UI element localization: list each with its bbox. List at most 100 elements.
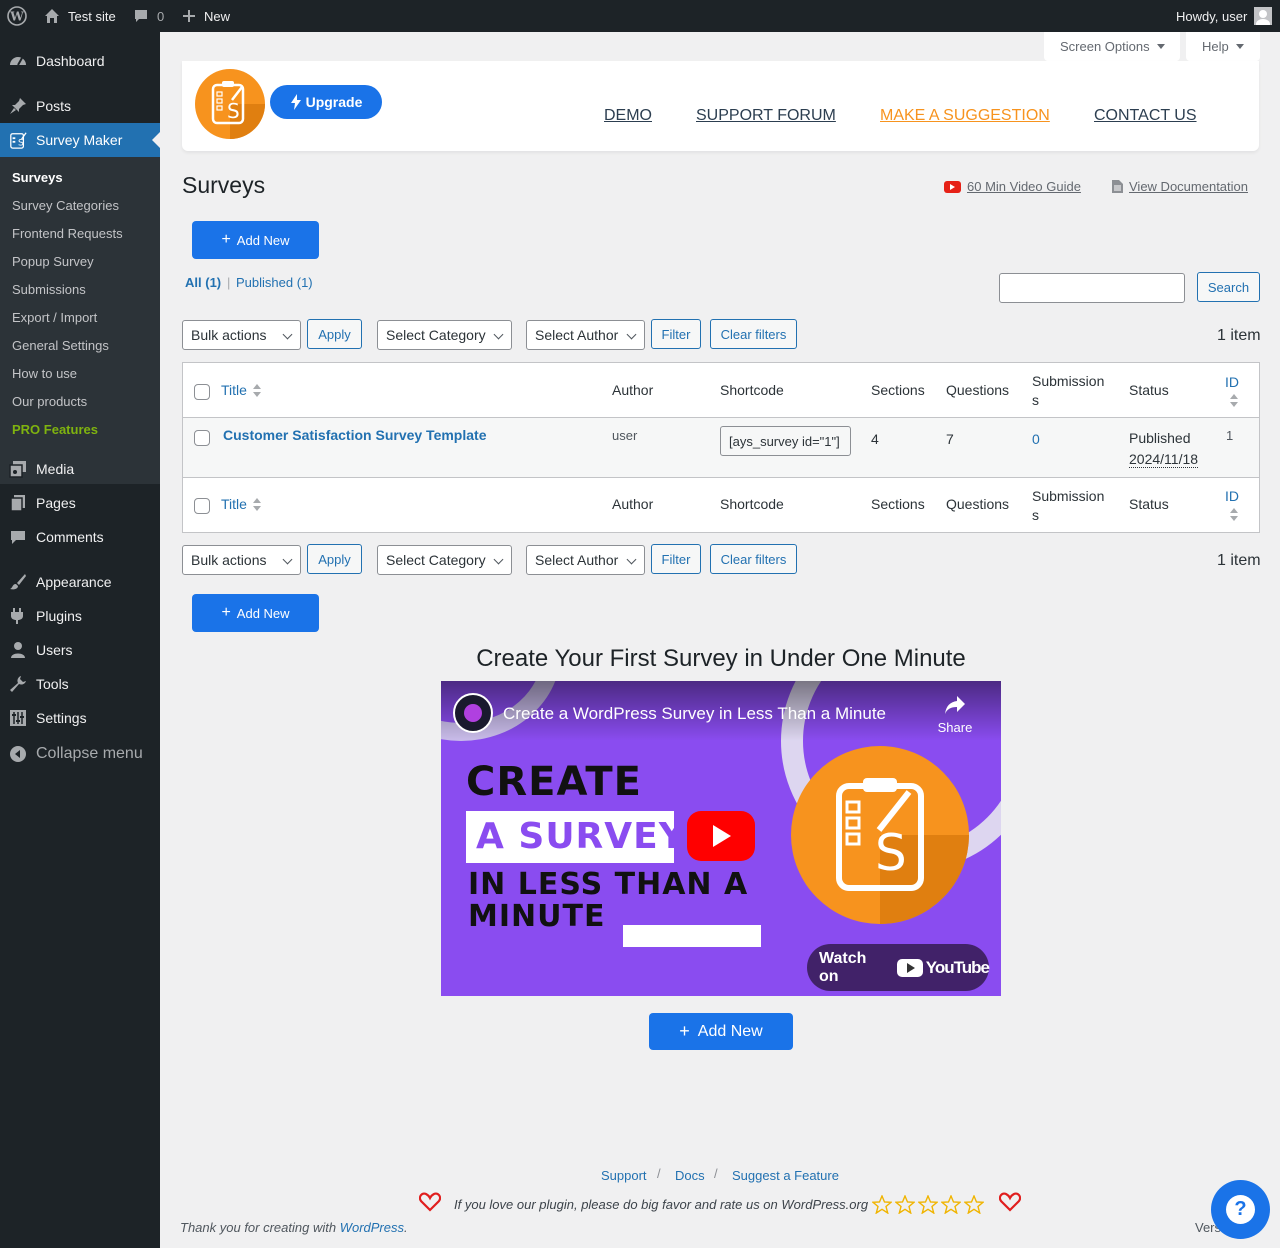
- support-forum-link[interactable]: SUPPORT FORUM: [696, 107, 836, 125]
- menu-item-media[interactable]: Media: [0, 452, 160, 486]
- docs-link[interactable]: Docs: [675, 1168, 705, 1183]
- search-button[interactable]: Search: [1197, 272, 1260, 302]
- survey-maker-logo[interactable]: S: [194, 68, 266, 143]
- upgrade-button[interactable]: Upgrade: [270, 85, 382, 119]
- star-icon[interactable]: [941, 1195, 961, 1214]
- footer-separator: /: [657, 1166, 661, 1181]
- make-suggestion-link[interactable]: MAKE A SUGGESTION: [880, 107, 1050, 125]
- screen-options-button[interactable]: Screen Options: [1044, 32, 1180, 61]
- column-title-bottom[interactable]: Title: [221, 496, 247, 512]
- demo-link[interactable]: DEMO: [604, 107, 652, 125]
- filter-separator: |: [227, 275, 231, 290]
- item-count-bottom: 1 item: [1217, 552, 1261, 569]
- menu-item-survey-maker[interactable]: S Survey Maker: [0, 123, 160, 157]
- youtube-video-embed[interactable]: Create a WordPress Survey in Less Than a…: [441, 681, 1001, 996]
- bulk-actions-select-top[interactable]: Bulk actions: [182, 320, 301, 350]
- star-icon[interactable]: [918, 1195, 938, 1214]
- new-content-link[interactable]: New: [204, 0, 230, 32]
- star-icon[interactable]: [872, 1195, 892, 1214]
- column-id[interactable]: ID: [1225, 374, 1239, 390]
- menu-item-appearance[interactable]: Appearance: [0, 565, 160, 599]
- add-new-button-bottom[interactable]: + Add New: [192, 594, 319, 632]
- add-new-button-top[interactable]: + Add New: [192, 221, 319, 259]
- apply-button-bottom[interactable]: Apply: [307, 544, 362, 574]
- menu-item-plugins[interactable]: Plugins: [0, 599, 160, 633]
- menu-item-settings[interactable]: Settings: [0, 701, 160, 735]
- row-submissions-link[interactable]: 0: [1032, 431, 1040, 447]
- row-status: Published 2024/11/18: [1129, 430, 1199, 468]
- menu-item-tools[interactable]: Tools: [0, 667, 160, 701]
- collapse-menu-button[interactable]: Collapse menu: [0, 737, 160, 771]
- avatar[interactable]: [1254, 0, 1272, 32]
- help-chat-button[interactable]: ?: [1211, 1180, 1270, 1239]
- chevron-down-icon: [493, 554, 504, 565]
- add-new-button-promo[interactable]: + Add New: [649, 1013, 793, 1050]
- menu-item-users[interactable]: Users: [0, 633, 160, 667]
- site-name-link[interactable]: Test site: [68, 0, 116, 32]
- filter-all-link[interactable]: All (1): [185, 275, 221, 290]
- menu-item-pages[interactable]: Pages: [0, 486, 160, 520]
- plus-icon: +: [221, 231, 231, 248]
- comment-icon[interactable]: [133, 0, 149, 32]
- star-icon[interactable]: [895, 1195, 915, 1214]
- share-button[interactable]: Share: [933, 695, 977, 735]
- menu-item-posts[interactable]: Posts: [0, 89, 160, 123]
- view-documentation-link[interactable]: View Documentation: [1129, 179, 1248, 194]
- star-icon[interactable]: [964, 1195, 984, 1214]
- thumbnail-line-3: IN LESS THAN A: [468, 867, 749, 902]
- plus-icon[interactable]: [182, 0, 196, 32]
- menu-item-comments[interactable]: Comments: [0, 520, 160, 554]
- sort-icon: [1230, 508, 1238, 522]
- column-id-bottom[interactable]: ID: [1225, 488, 1239, 504]
- row-checkbox[interactable]: [194, 430, 210, 446]
- search-input[interactable]: [999, 273, 1185, 303]
- submenu-survey-categories[interactable]: Survey Categories: [12, 198, 119, 213]
- clear-filters-button-bottom[interactable]: Clear filters: [710, 544, 797, 574]
- author-select-bottom[interactable]: Select Author: [526, 545, 645, 575]
- category-select-top[interactable]: Select Category: [377, 320, 512, 350]
- wordpress-logo-icon[interactable]: W: [7, 0, 27, 32]
- filter-button-bottom[interactable]: Filter: [651, 544, 701, 574]
- submenu-how-to-use[interactable]: How to use: [12, 366, 77, 381]
- submenu-pro-features[interactable]: PRO Features: [12, 422, 98, 437]
- submenu-export-import[interactable]: Export / Import: [12, 310, 97, 325]
- submenu-our-products[interactable]: Our products: [12, 394, 87, 409]
- author-select-top[interactable]: Select Author: [526, 320, 645, 350]
- clear-filters-button-top[interactable]: Clear filters: [710, 319, 797, 349]
- filter-published-link[interactable]: Published (1): [236, 275, 313, 290]
- category-select-bottom[interactable]: Select Category: [377, 545, 512, 575]
- filter-button-top[interactable]: Filter: [651, 319, 701, 349]
- comments-count[interactable]: 0: [157, 0, 164, 32]
- star-rating[interactable]: [872, 1195, 984, 1214]
- column-shortcode: Shortcode: [720, 382, 784, 398]
- video-title[interactable]: Create a WordPress Survey in Less Than a…: [503, 704, 886, 724]
- submenu-general-settings[interactable]: General Settings: [12, 338, 109, 353]
- help-button[interactable]: Help: [1186, 32, 1260, 61]
- select-all-checkbox[interactable]: [194, 384, 210, 400]
- column-questions: Questions: [946, 382, 1010, 398]
- channel-avatar[interactable]: [453, 693, 493, 733]
- wordpress-link[interactable]: WordPress: [340, 1220, 404, 1235]
- bulk-actions-select-bottom[interactable]: Bulk actions: [182, 545, 301, 575]
- play-button[interactable]: [687, 811, 755, 861]
- watch-on-youtube-button[interactable]: Watch on YouTube: [807, 944, 990, 991]
- contact-us-link[interactable]: CONTACT US: [1094, 107, 1197, 125]
- survey-title-link[interactable]: Customer Satisfaction Survey Template: [223, 427, 486, 443]
- submenu-surveys[interactable]: Surveys: [12, 170, 63, 185]
- menu-item-dashboard[interactable]: Dashboard: [0, 44, 160, 78]
- column-title[interactable]: Title: [221, 382, 247, 398]
- column-author-bottom: Author: [612, 496, 654, 512]
- home-icon[interactable]: [44, 0, 60, 32]
- howdy-user[interactable]: Howdy, user: [1176, 0, 1247, 32]
- support-link[interactable]: Support: [601, 1168, 647, 1183]
- submenu-submissions[interactable]: Submissions: [12, 282, 86, 297]
- submenu-popup-survey[interactable]: Popup Survey: [12, 254, 94, 269]
- submenu-frontend-requests[interactable]: Frontend Requests: [12, 226, 123, 241]
- apply-button-top[interactable]: Apply: [307, 319, 362, 349]
- video-guide-link[interactable]: 60 Min Video Guide: [967, 179, 1081, 194]
- select-all-checkbox-bottom[interactable]: [194, 498, 210, 514]
- suggest-feature-link[interactable]: Suggest a Feature: [732, 1168, 839, 1183]
- row-questions: 7: [946, 431, 954, 447]
- sort-icon: [253, 498, 261, 512]
- shortcode-field[interactable]: [ays_survey id="1"]: [720, 426, 851, 456]
